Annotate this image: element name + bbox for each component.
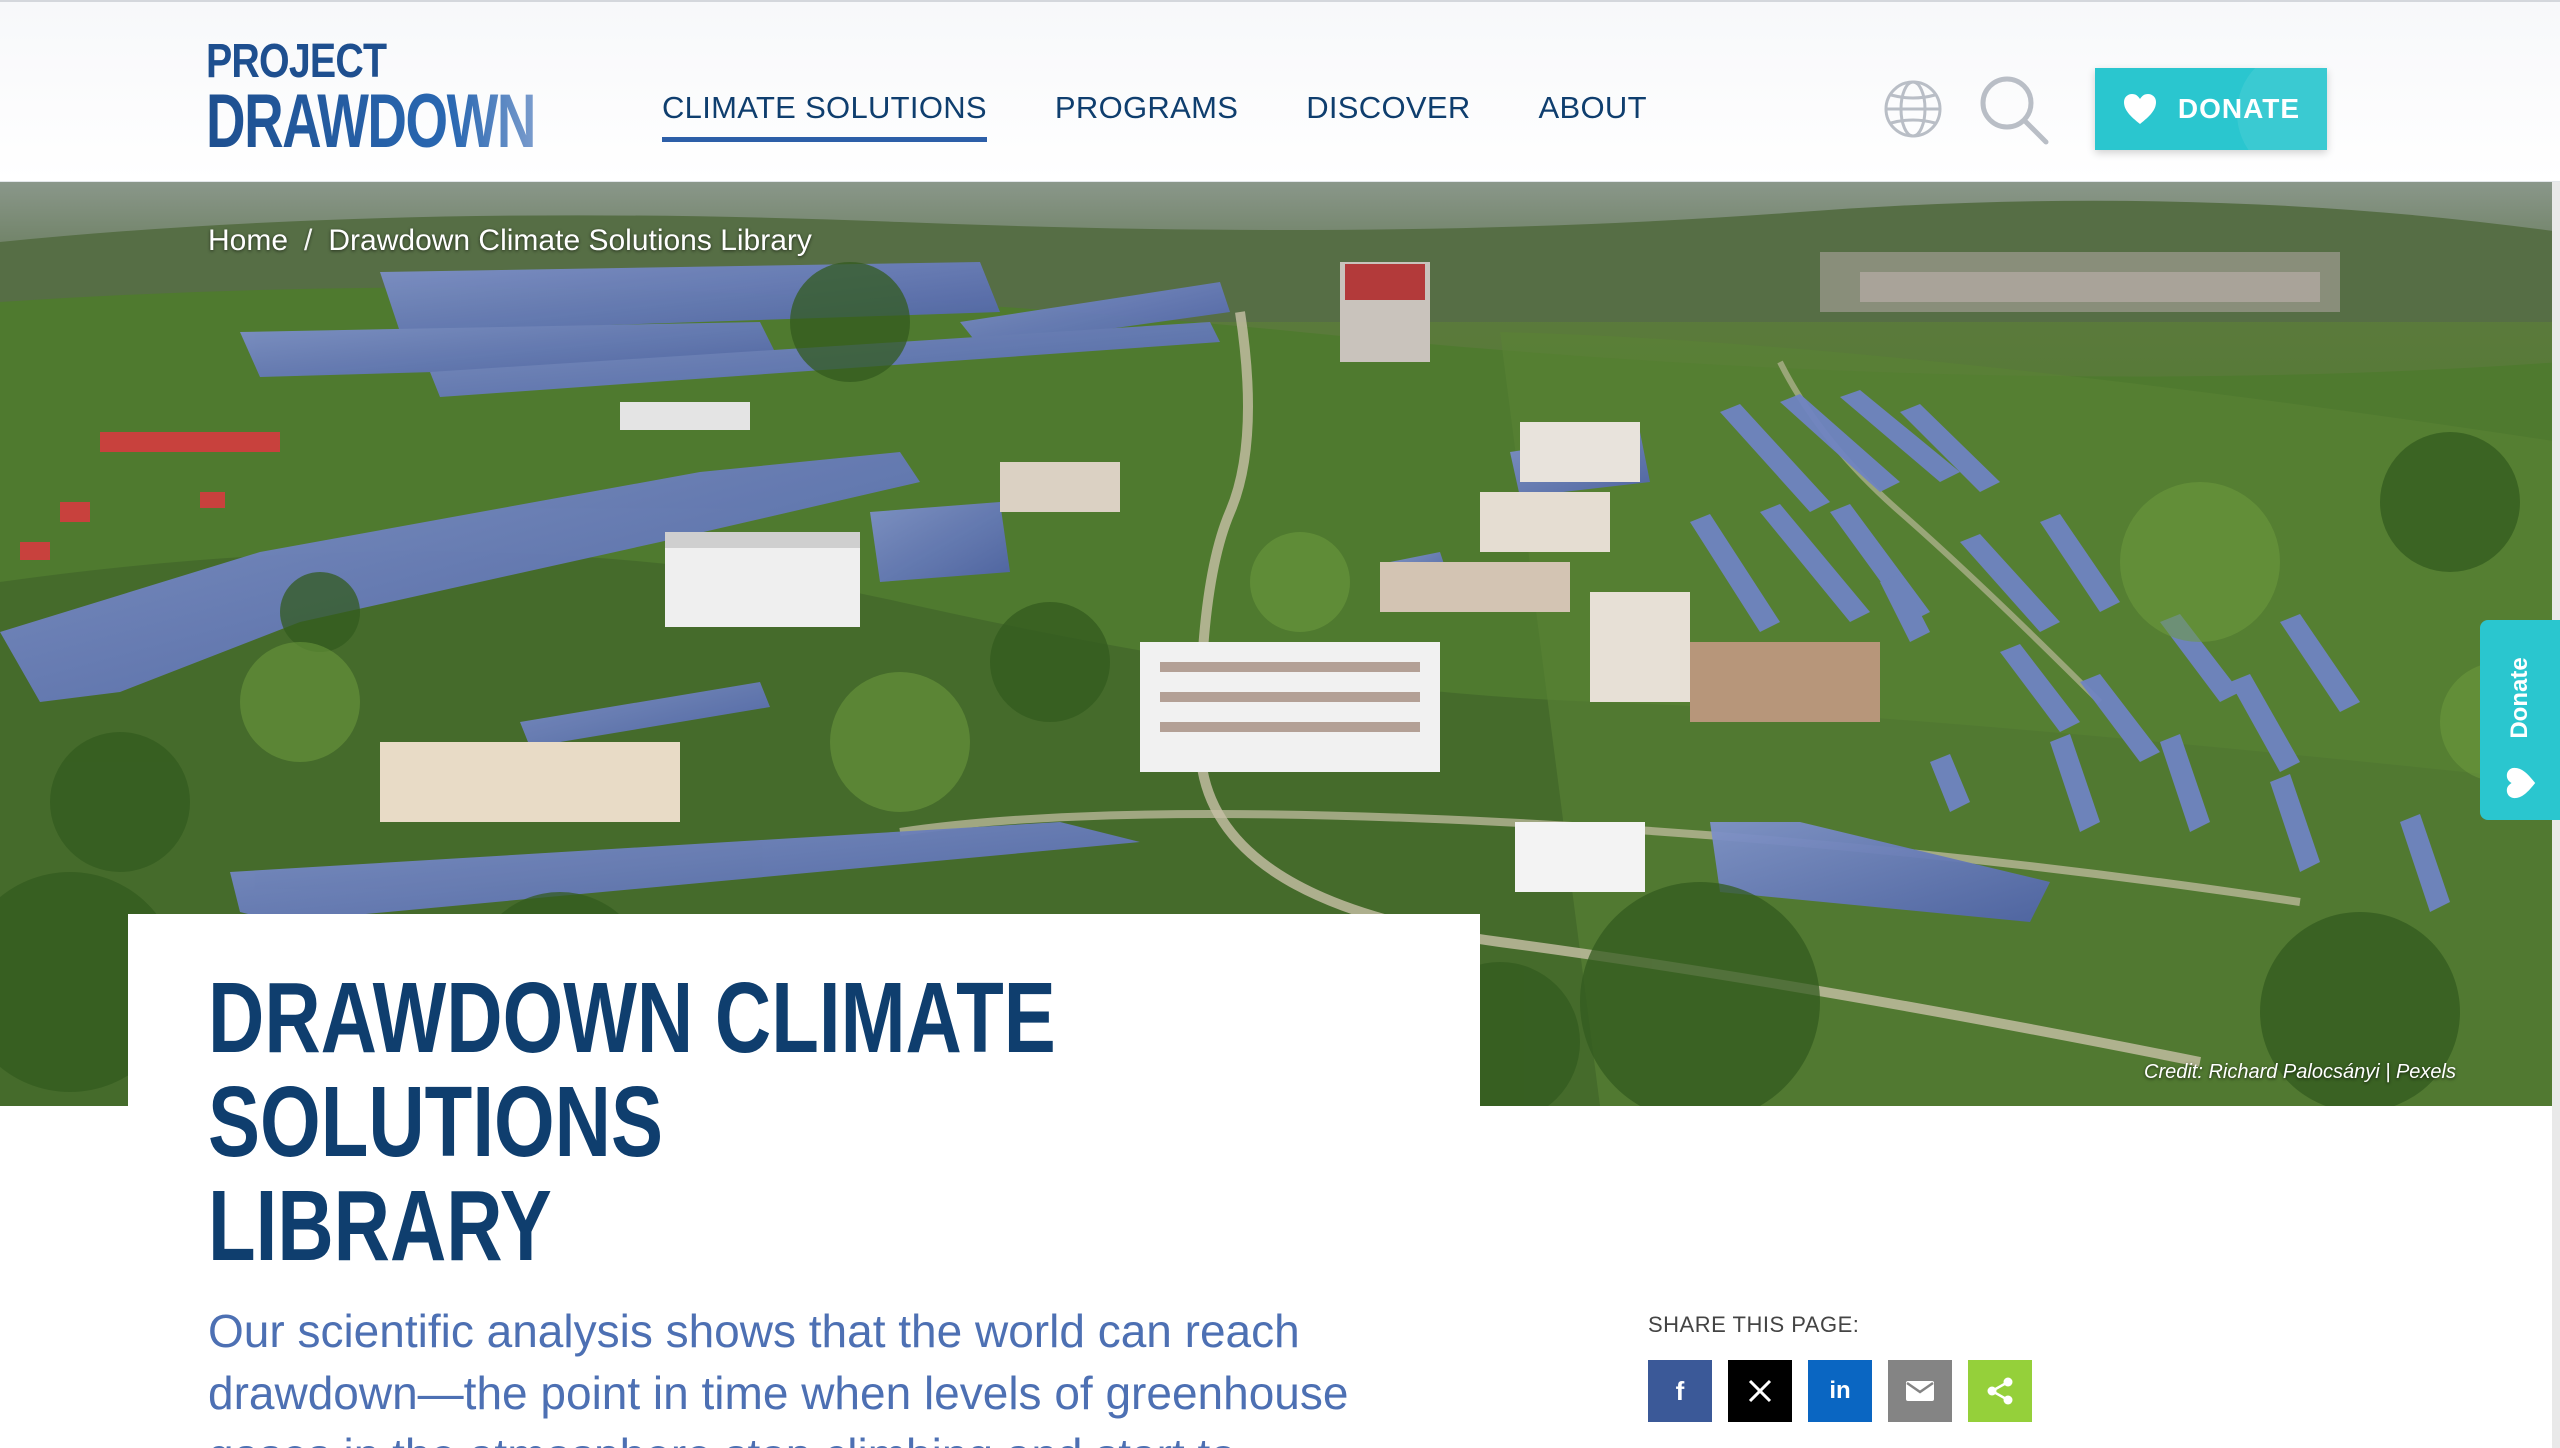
share-label: SHARE THIS PAGE:	[1648, 1312, 1860, 1337]
logo-line-2: DRAWDOWN	[206, 79, 536, 164]
nav-programs[interactable]: PROGRAMS	[1055, 90, 1238, 136]
share-generic-button[interactable]	[1968, 1360, 2032, 1422]
intro-paragraph: Our scientific analysis shows that the w…	[208, 1305, 1349, 1448]
share-icon	[1987, 1377, 2013, 1405]
project-drawdown-logo[interactable]: PROJECT DRAWDOWN	[206, 38, 536, 160]
x-icon	[1748, 1379, 1772, 1403]
side-donate-label: Donate	[2506, 657, 2533, 739]
donate-button-label: DONATE	[2177, 93, 2301, 124]
share-facebook-button[interactable]: f	[1648, 1360, 1712, 1422]
heart-icon	[2506, 767, 2536, 799]
share-linkedin-button[interactable]: in	[1808, 1360, 1872, 1422]
page-title: DRAWDOWN CLIMATE SOLUTIONS LIBRARY	[208, 966, 1378, 1278]
side-donate-tab[interactable]: Donate	[2480, 620, 2560, 820]
breadcrumb: Home / Drawdown Climate Solutions Librar…	[208, 224, 812, 258]
donate-button[interactable]: DONATE	[2095, 68, 2327, 150]
nav-discover[interactable]: DISCOVER	[1306, 90, 1470, 136]
site-header: PROJECT DRAWDOWN CLIMATE SOLUTIONS PROGR…	[0, 0, 2560, 182]
share-email-button[interactable]	[1888, 1360, 1952, 1422]
linkedin-icon: in	[1829, 1377, 1851, 1404]
globe-icon[interactable]	[1878, 74, 1948, 144]
nav-climate-solutions[interactable]: CLIMATE SOLUTIONS	[662, 90, 987, 142]
share-x-button[interactable]	[1728, 1360, 1792, 1422]
breadcrumb-separator: /	[304, 224, 313, 257]
page-title-line-1: DRAWDOWN CLIMATE SOLUTIONS	[208, 962, 1056, 1178]
image-credit: Credit: Richard Palocsányi | Pexels	[2144, 1061, 2456, 1083]
heart-icon	[2123, 94, 2156, 124]
facebook-icon: f	[1675, 1375, 1685, 1406]
page-title-line-2: LIBRARY	[208, 1170, 552, 1282]
title-card: DRAWDOWN CLIMATE SOLUTIONS LIBRARY	[128, 914, 1480, 1278]
main-nav: CLIMATE SOLUTIONS PROGRAMS DISCOVER ABOU…	[662, 90, 1647, 142]
share-buttons: f in	[1648, 1360, 2032, 1422]
breadcrumb-current: Drawdown Climate Solutions Library	[328, 224, 812, 257]
nav-about[interactable]: ABOUT	[1539, 90, 1647, 136]
breadcrumb-home-link[interactable]: Home	[208, 224, 288, 258]
search-icon[interactable]	[1976, 72, 2052, 148]
email-icon	[1906, 1381, 1934, 1401]
